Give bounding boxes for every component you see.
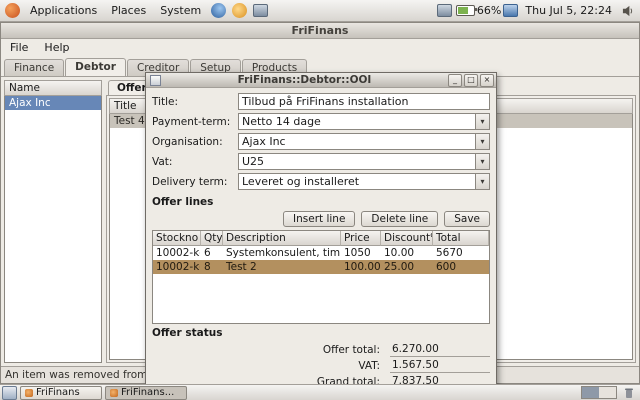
offer-lines-heading: Offer lines bbox=[152, 196, 490, 208]
dialog-app-icon bbox=[150, 75, 161, 86]
name-column-header[interactable]: Name bbox=[4, 80, 102, 96]
offer-lines-buttons: Insert line Delete line Save bbox=[152, 211, 490, 227]
vat-total-label: VAT: bbox=[358, 360, 380, 372]
organisation-select[interactable]: Ajax Inc ▾ bbox=[238, 133, 490, 150]
offer-total-label: Offer total: bbox=[323, 344, 380, 356]
task-button-frifinans-dialog[interactable]: FriFinans... bbox=[105, 386, 187, 400]
col-qty[interactable]: Qty bbox=[201, 231, 223, 246]
app-icon bbox=[110, 389, 118, 397]
screenshot-applet-icon[interactable] bbox=[253, 4, 268, 17]
table-header-row: Stockno Qty Description Price Discount% … bbox=[153, 231, 489, 246]
cell-stockno: 10002-kc bbox=[153, 260, 201, 274]
cell-total: 5670 bbox=[433, 246, 489, 260]
chevron-down-icon[interactable]: ▾ bbox=[475, 134, 489, 149]
show-desktop-icon[interactable] bbox=[2, 386, 17, 400]
clock-applet[interactable]: Thu Jul 5, 22:24 bbox=[520, 4, 617, 17]
maximize-button[interactable]: □ bbox=[464, 74, 478, 87]
gnome-bottom-panel: FriFinans FriFinans... bbox=[0, 384, 640, 400]
chevron-down-icon[interactable]: ▾ bbox=[475, 174, 489, 189]
cell-qty: 6 bbox=[201, 246, 223, 260]
debtor-list-item[interactable]: Ajax Inc bbox=[5, 96, 101, 110]
task-label: FriFinans bbox=[36, 387, 80, 398]
title-input[interactable]: Tilbud på FriFinans installation bbox=[238, 93, 490, 110]
system-menu[interactable]: System bbox=[154, 2, 207, 19]
window-title: FriFinans bbox=[292, 24, 349, 37]
offer-total-value: 6.270.00 bbox=[390, 343, 490, 357]
debtor-list[interactable]: Ajax Inc bbox=[4, 96, 102, 363]
display-applet-icon[interactable] bbox=[437, 4, 452, 17]
battery-percentage: 66% bbox=[477, 4, 501, 17]
col-discount[interactable]: Discount% bbox=[381, 231, 433, 246]
col-total[interactable]: Total bbox=[433, 231, 489, 246]
help-menu[interactable]: Help bbox=[37, 40, 76, 55]
browser-launcher-icon[interactable] bbox=[211, 3, 226, 18]
col-description[interactable]: Description bbox=[223, 231, 341, 246]
dialog-body: Title: Tilbud på FriFinans installation … bbox=[146, 88, 496, 397]
table-row-selected[interactable]: 10002-kc 8 Test 2 100.00 25.00 600 bbox=[153, 260, 489, 274]
close-button[interactable]: × bbox=[480, 74, 494, 87]
ooi-dialog: FriFinans::Debtor::OOI _ □ × Title: Tilb… bbox=[145, 72, 497, 398]
window-titlebar[interactable]: FriFinans bbox=[1, 23, 639, 39]
help-launcher-icon[interactable] bbox=[232, 3, 247, 18]
dialog-title: FriFinans::Debtor::OOI bbox=[163, 74, 446, 86]
payment-term-label: Payment-term: bbox=[152, 116, 238, 128]
vat-total-value: 1.567.50 bbox=[390, 359, 490, 373]
trash-icon[interactable] bbox=[623, 387, 635, 399]
vat-label: Vat: bbox=[152, 156, 238, 168]
applications-menu[interactable]: Applications bbox=[24, 2, 103, 19]
battery-icon[interactable] bbox=[456, 5, 475, 16]
payment-term-select[interactable]: Netto 14 dage ▾ bbox=[238, 113, 490, 130]
chevron-down-icon[interactable]: ▾ bbox=[475, 114, 489, 129]
menubar: File Help bbox=[1, 39, 639, 56]
cell-stockno: 10002-kc bbox=[153, 246, 201, 260]
organisation-label: Organisation: bbox=[152, 136, 238, 148]
distro-logo-icon[interactable] bbox=[5, 3, 20, 18]
workspace-1[interactable] bbox=[582, 387, 599, 398]
app-icon bbox=[25, 389, 33, 397]
dialog-titlebar[interactable]: FriFinans::Debtor::OOI _ □ × bbox=[146, 73, 496, 88]
workspace-2[interactable] bbox=[599, 387, 616, 398]
chevron-down-icon[interactable]: ▾ bbox=[475, 154, 489, 169]
gnome-top-panel: Applications Places System 66% Thu Jul 5… bbox=[0, 0, 640, 22]
cell-discount: 25.00 bbox=[381, 260, 433, 274]
title-field-label: Title: bbox=[152, 96, 238, 108]
tab-finance[interactable]: Finance bbox=[4, 59, 64, 76]
cell-price: 1050 bbox=[341, 246, 381, 260]
insert-line-button[interactable]: Insert line bbox=[283, 211, 355, 227]
save-button[interactable]: Save bbox=[444, 211, 490, 227]
debtor-list-pane: Name Ajax Inc bbox=[4, 80, 102, 363]
organisation-value: Ajax Inc bbox=[242, 135, 475, 148]
delivery-term-label: Delivery term: bbox=[152, 176, 238, 188]
desktop: Applications Places System 66% Thu Jul 5… bbox=[0, 0, 640, 400]
cell-description: Systemkonsulent, timer bbox=[223, 246, 341, 260]
table-row[interactable]: 10002-kc 6 Systemkonsulent, timer 1050 1… bbox=[153, 246, 489, 260]
offer-status-heading: Offer status bbox=[152, 327, 490, 339]
task-button-frifinans[interactable]: FriFinans bbox=[20, 386, 102, 400]
vat-value: U25 bbox=[242, 155, 475, 168]
offer-lines-table[interactable]: Stockno Qty Description Price Discount% … bbox=[152, 230, 490, 324]
minimize-button[interactable]: _ bbox=[448, 74, 462, 87]
task-label: FriFinans... bbox=[121, 387, 174, 398]
delivery-term-select[interactable]: Leveret og installeret ▾ bbox=[238, 173, 490, 190]
places-menu[interactable]: Places bbox=[105, 2, 152, 19]
tab-debtor[interactable]: Debtor bbox=[65, 58, 126, 76]
vat-select[interactable]: U25 ▾ bbox=[238, 153, 490, 170]
col-stockno[interactable]: Stockno bbox=[153, 231, 201, 246]
cell-qty: 8 bbox=[201, 260, 223, 274]
cell-price: 100.00 bbox=[341, 260, 381, 274]
title-input-value: Tilbud på FriFinans installation bbox=[242, 95, 408, 108]
file-menu[interactable]: File bbox=[3, 40, 35, 55]
cell-discount: 10.00 bbox=[381, 246, 433, 260]
col-price[interactable]: Price bbox=[341, 231, 381, 246]
volume-icon[interactable] bbox=[622, 5, 634, 17]
cell-description: Test 2 bbox=[223, 260, 341, 274]
delete-line-button[interactable]: Delete line bbox=[361, 211, 438, 227]
payment-term-value: Netto 14 dage bbox=[242, 115, 475, 128]
delivery-term-value: Leveret og installeret bbox=[242, 175, 475, 188]
network-applet-icon[interactable] bbox=[503, 4, 518, 17]
workspace-switcher[interactable] bbox=[581, 386, 617, 399]
cell-total: 600 bbox=[433, 260, 489, 274]
